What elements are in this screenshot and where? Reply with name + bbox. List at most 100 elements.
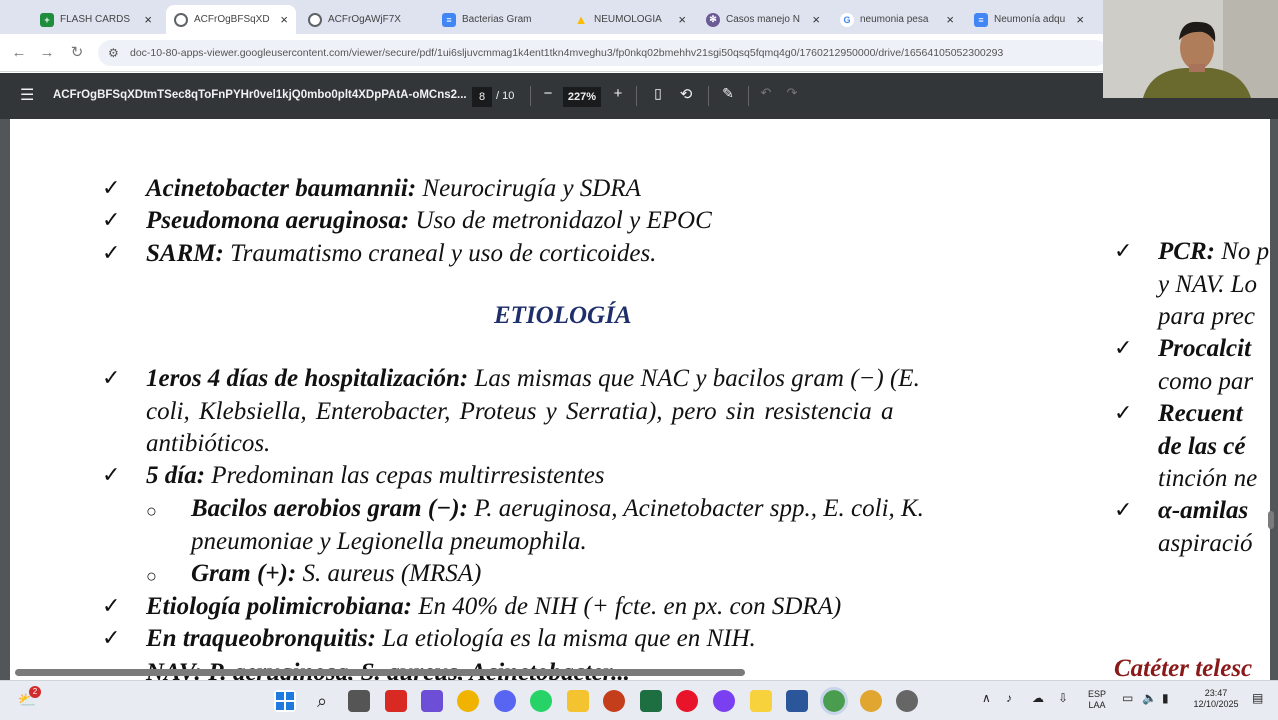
fit-page-icon[interactable]: ▯ — [648, 85, 668, 102]
webcam-overlay — [1103, 0, 1278, 98]
clock-time: 23:47 — [1204, 688, 1228, 698]
address-bar-row: ← → ↻ ⚙ doc-10-80-apps-viewer.googleuser… — [0, 34, 1278, 72]
check-icon: ✓ — [1114, 238, 1133, 263]
pdf-toolbar: ☰ ACFrOgBFSqXDtmTSec8qToFnPYHr0vel1kjQ0m… — [0, 73, 1278, 119]
check-icon: ✓ — [102, 207, 121, 232]
browser-tab-strip: + FLASH CARDS × ACFrOgBFSqXD × ACFrOgAWj… — [0, 0, 1278, 34]
battery-icon[interactable]: ▮ — [1162, 692, 1169, 704]
annotate-icon[interactable]: ✎ — [718, 85, 738, 102]
language-code: ESP — [1088, 689, 1107, 699]
discord-icon[interactable] — [494, 690, 516, 712]
wifi-icon[interactable]: ▭ — [1122, 692, 1133, 704]
chrome-icon[interactable] — [457, 690, 479, 712]
close-icon[interactable]: × — [1076, 12, 1084, 27]
pdf-filename: ACFrOgBFSqXDtmTSec8qToFnPYHr0vel1kjQ0mbo… — [53, 89, 467, 101]
notification-icon[interactable]: ▤ — [1252, 692, 1263, 704]
bullet-icon: ○ — [146, 566, 157, 586]
site-info-icon[interactable]: ⚙ — [108, 40, 119, 66]
close-icon[interactable]: × — [946, 12, 954, 27]
close-icon[interactable]: × — [678, 12, 686, 27]
check-icon: ✓ — [102, 175, 121, 200]
tab-neumologia[interactable]: ▲ NEUMOLOGÍA × — [566, 5, 694, 34]
volume-icon[interactable]: 🔈 — [1142, 692, 1157, 704]
pdf-viewport[interactable]: ✓ Acinetobacter baumannii: Neurocirugía … — [0, 119, 1278, 680]
check-icon: ✓ — [102, 462, 121, 487]
clock[interactable]: 23:47 12/10/2025 — [1186, 688, 1246, 710]
sticky-notes-icon[interactable] — [750, 690, 772, 712]
task-view-icon[interactable] — [348, 690, 370, 712]
section-heading: ETIOLOGÍA — [494, 302, 632, 329]
reload-icon[interactable]: ↻ — [66, 42, 88, 64]
close-icon[interactable]: × — [812, 12, 820, 27]
chrome-profile-icon[interactable] — [860, 690, 882, 712]
app-icon[interactable] — [896, 690, 918, 712]
cloud-icon[interactable]: ☁ — [1032, 692, 1044, 704]
etio-text: Predominan las cepas multirresistentes — [205, 462, 605, 489]
etio-text: P. aeruginosa, Acinetobacter spp., E. co… — [467, 495, 924, 522]
clock-date: 12/10/2025 — [1193, 699, 1239, 709]
diag-term: Procalcit — [1158, 335, 1252, 362]
url-input[interactable]: ⚙ doc-10-80-apps-viewer.googleuserconten… — [98, 40, 1108, 66]
page-number-input[interactable]: 8 — [472, 87, 492, 107]
etio-subitem: Bacilos aerobios gram (−): P. aeruginosa… — [191, 495, 924, 523]
check-icon: ✓ — [102, 240, 121, 265]
chrome-active-icon[interactable] — [820, 687, 848, 715]
whatsapp-icon[interactable] — [530, 690, 552, 712]
tab-title: NEUMOLOGÍA — [594, 14, 662, 25]
horizontal-scrollbar[interactable] — [15, 669, 745, 676]
word-icon[interactable] — [786, 690, 808, 712]
diag-term: de las cé — [1158, 433, 1246, 460]
start-icon[interactable] — [274, 690, 296, 712]
tab-title: neumonia pesa — [860, 14, 929, 25]
menu-icon[interactable]: ☰ — [20, 85, 34, 105]
close-icon[interactable]: × — [280, 12, 288, 27]
page-count: / 10 — [496, 90, 515, 102]
excel-icon[interactable] — [640, 690, 662, 712]
etio-term: Gram (+): — [191, 560, 297, 587]
zoom-in-button[interactable]: + — [608, 85, 628, 102]
chevron-up-icon[interactable]: ∧ — [982, 692, 991, 704]
webcam-person-image — [1103, 0, 1278, 98]
app-icon[interactable] — [421, 690, 443, 712]
notification-badge: 2 — [29, 686, 41, 698]
tab-active-pdf[interactable]: ACFrOgBFSqXD × — [166, 5, 296, 34]
file-explorer-icon[interactable] — [567, 690, 589, 712]
back-icon[interactable]: ← — [8, 42, 30, 64]
search-icon[interactable]: ⌕ — [311, 690, 333, 712]
language-indicator[interactable]: ESP LAA — [1088, 689, 1106, 711]
diag-text: tinción ne — [1158, 465, 1258, 492]
redo-icon[interactable]: ↷ — [782, 85, 802, 101]
tab-neumonia-adq[interactable]: ≡ Neumonía adqu × — [966, 5, 1092, 34]
etio-text: Las mismas que NAC y bacilos gram (−) (E… — [468, 365, 920, 392]
tab-flash-cards[interactable]: + FLASH CARDS × — [32, 5, 160, 34]
powerpoint-icon[interactable] — [603, 690, 625, 712]
app-tray-icon[interactable]: ♪ — [1006, 692, 1012, 704]
rotate-icon[interactable]: ⟲ — [676, 85, 696, 103]
tab-bacterias[interactable]: ≡ Bacterias Gram — [434, 5, 562, 34]
toolbar-divider — [708, 86, 709, 106]
acrobat-icon[interactable] — [385, 690, 407, 712]
tab-pdf-2[interactable]: ACFrOgAWjF7X — [300, 5, 430, 34]
diag-term: Recuent — [1158, 400, 1243, 427]
zoom-out-button[interactable]: − — [538, 85, 558, 102]
messenger-icon[interactable] — [713, 690, 735, 712]
vertical-scrollbar[interactable] — [1268, 511, 1274, 529]
etio-text: coli, Klebsiella, Enterobacter, Proteus … — [146, 398, 894, 425]
risk-item: Pseudomona aeruginosa: Uso de metronidaz… — [146, 207, 712, 235]
check-icon: ✓ — [102, 593, 121, 618]
chrome-icon — [308, 12, 322, 27]
undo-icon[interactable]: ↶ — [756, 85, 776, 101]
tab-google-search[interactable]: G neumonia pesa × — [832, 5, 962, 34]
forward-icon[interactable]: → — [36, 42, 58, 64]
tab-casos[interactable]: ✻ Casos manejo N × — [698, 5, 828, 34]
diag-term: PCR: — [1158, 238, 1215, 265]
etio-term: 5 día: — [146, 462, 206, 489]
usb-icon[interactable]: ⇩ — [1058, 692, 1068, 704]
risk-text: Uso de metronidazol y EPOC — [409, 207, 712, 234]
tab-title: ACFrOgBFSqXD — [194, 14, 270, 25]
zoom-input[interactable]: 227% — [563, 87, 601, 107]
windows-taskbar: ⛅ 2 ⌕ ∧ ♪ ☁ ⇩ ESP LAA ▭ 🔈 ▮ 23:47 12/10/20… — [0, 680, 1278, 720]
close-icon[interactable]: × — [144, 12, 152, 27]
check-icon: ✓ — [102, 365, 121, 390]
opera-icon[interactable] — [676, 690, 698, 712]
